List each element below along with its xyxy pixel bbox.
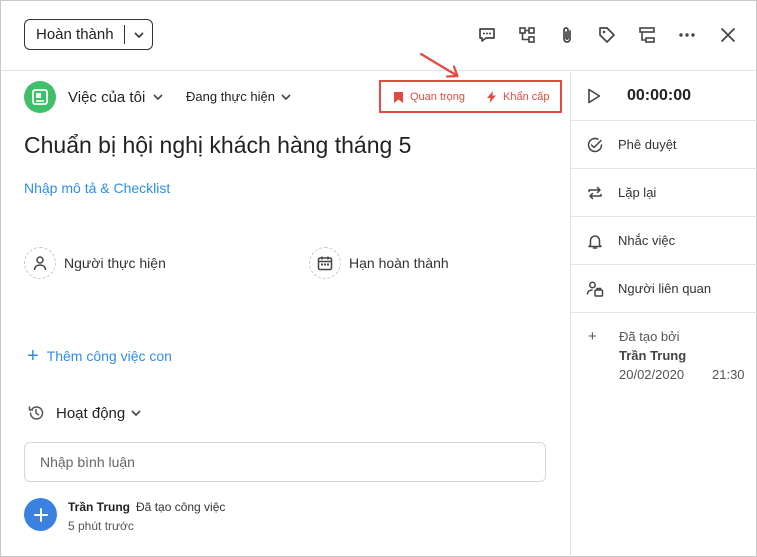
calendar-icon (309, 247, 341, 279)
activity-dropdown[interactable]: Hoạt động (27, 404, 141, 422)
activity-label: Hoạt động (56, 404, 126, 422)
list-name: Việc của tôi (68, 88, 146, 106)
history-icon (28, 406, 44, 420)
chevron-down-icon (281, 93, 291, 100)
reminder-button[interactable]: Nhắc việc (571, 217, 757, 265)
more-icon[interactable] (675, 23, 699, 47)
comment-input[interactable] (24, 442, 546, 482)
bell-icon (586, 232, 604, 250)
progress-status-dropdown[interactable]: Đang thực hiện (186, 89, 291, 104)
add-subtask-label: Thêm công việc con (46, 348, 172, 364)
repeat-icon (586, 184, 604, 202)
progress-label: Đang thực hiện (186, 89, 275, 104)
priority-urgent-toggle[interactable]: Khẩn cấp (487, 91, 549, 103)
chevron-down-icon (153, 94, 163, 100)
person-icon (24, 247, 56, 279)
related-people-label: Người liên quan (618, 281, 712, 296)
comment-icon[interactable] (475, 23, 499, 47)
description-checklist-link[interactable]: Nhập mô tả & Checklist (24, 180, 170, 196)
workflow-icon[interactable] (635, 23, 659, 47)
check-circle-icon (586, 136, 604, 154)
log-timestamp: 5 phút trước (68, 519, 134, 533)
created-by-user: Trần Trung (619, 348, 687, 363)
people-icon (586, 280, 604, 298)
avatar (24, 498, 57, 531)
status-label: Hoàn thành (36, 26, 114, 43)
attachment-icon[interactable] (555, 23, 579, 47)
right-sidebar: 00:00:00 Phê duyệt Lặp lại Nhắc việc Ngư (570, 72, 757, 557)
log-user[interactable]: Trần Trung (68, 500, 130, 514)
task-list-selector[interactable]: Việc của tôi (24, 81, 163, 113)
related-people-button[interactable]: Người liên quan (571, 265, 757, 313)
annotation-arrow-icon (419, 52, 459, 78)
assignee-field[interactable]: Người thực hiện (24, 247, 166, 279)
reminder-label: Nhắc việc (618, 233, 676, 248)
deadline-field[interactable]: Hạn hoàn thành (309, 247, 449, 279)
task-detail-window: Hoàn thành Việc của tôi Đang thực hiện Q… (0, 0, 757, 557)
header-toolbar: Hoàn thành (1, 1, 756, 71)
deadline-label: Hạn hoàn thành (349, 255, 449, 271)
chevron-down-icon[interactable] (125, 31, 152, 38)
bookmark-icon (394, 91, 403, 103)
plus-icon: + (27, 345, 39, 367)
tag-icon[interactable] (595, 23, 619, 47)
timer-value: 00:00:00 (627, 87, 692, 104)
subtask-tree-icon[interactable] (515, 23, 539, 47)
chevron-down-icon (131, 410, 141, 416)
repeat-button[interactable]: Lặp lại (571, 169, 757, 217)
created-by-label: Đã tạo bởi (619, 329, 680, 344)
approve-label: Phê duyệt (618, 137, 677, 152)
task-title[interactable]: Chuẩn bị hội nghị khách hàng tháng 5 (24, 132, 411, 159)
close-icon[interactable] (716, 23, 740, 47)
created-time: 21:30 (712, 367, 745, 382)
log-action: Đã tạo công việc (136, 500, 226, 514)
activity-log-entry: Trần Trung Đã tạo công việc (68, 500, 225, 514)
priority-important-label: Quan trọng (410, 91, 466, 103)
created-date: 20/02/2020 (619, 367, 685, 382)
timer-row: 00:00:00 (571, 72, 757, 121)
approve-button[interactable]: Phê duyệt (571, 121, 757, 169)
plus-icon (33, 507, 48, 522)
priority-urgent-label: Khẩn cấp (503, 91, 550, 103)
priority-highlight-box: Quan trọng Khẩn cấp (379, 80, 562, 113)
priority-important-toggle[interactable]: Quan trọng (394, 91, 465, 103)
assignee-label: Người thực hiện (64, 255, 166, 271)
play-icon[interactable] (587, 88, 601, 104)
list-icon (24, 81, 56, 113)
repeat-label: Lặp lại (618, 185, 657, 200)
plus-icon: + (588, 328, 597, 345)
add-subtask-button[interactable]: + Thêm công việc con (27, 345, 172, 367)
lightning-icon (487, 91, 496, 103)
status-dropdown[interactable]: Hoàn thành (24, 19, 153, 50)
